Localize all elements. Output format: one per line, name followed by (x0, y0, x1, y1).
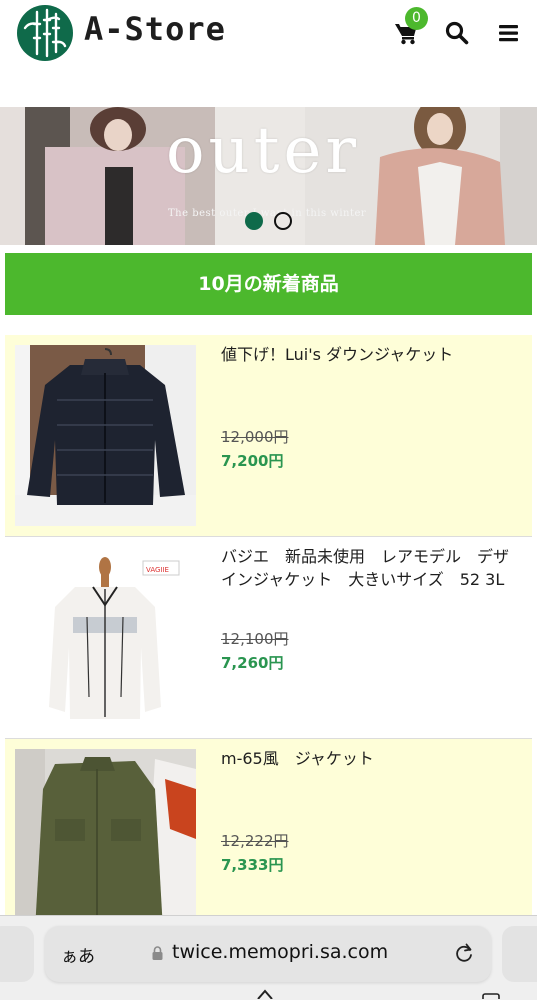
url-text[interactable]: twice.memopri.sa.com (172, 941, 388, 963)
slide-indicator-2[interactable] (274, 212, 292, 230)
site-header: A-Store 0 (0, 0, 537, 72)
sale-price: 7,333円 (221, 856, 284, 874)
section-heading: 10月の新着商品 (5, 253, 532, 315)
original-price: 12,000円 (221, 428, 289, 446)
original-price: 12,222円 (221, 832, 289, 850)
product-name[interactable]: バジエ 新品未使用 レアモデル デザインジャケット 大きいサイズ 52 3L (221, 545, 521, 591)
product-item[interactable]: VAGIIE バジエ 新品未使用 レアモデル デザインジャケット 大きいサイズ … (5, 537, 532, 739)
bottom-edge-icons (257, 989, 500, 999)
banner-title: outer (166, 114, 360, 188)
cart-count-badge: 0 (405, 7, 428, 30)
reload-icon[interactable] (453, 942, 475, 964)
svg-text:VAGIIE: VAGIIE (146, 566, 169, 574)
bamboo-logo-icon[interactable] (15, 4, 75, 62)
product-image (15, 345, 196, 526)
menu-icon[interactable] (496, 20, 522, 46)
sale-price: 7,200円 (221, 452, 284, 470)
product-item[interactable]: m-65風 ジャケット 12,222円 7,333円 (5, 739, 532, 941)
brand-name[interactable]: A-Store (84, 10, 226, 48)
product-name[interactable]: 値下げ！Lui's ダウンジャケット (221, 343, 521, 366)
next-tab[interactable] (502, 926, 537, 982)
product-image: VAGIIE (15, 547, 196, 728)
address-bar[interactable]: ぁあ twice.memopri.sa.com (45, 926, 491, 982)
original-price: 12,100円 (221, 630, 289, 648)
banner-subtitle: The best outer I want in this winter (168, 208, 367, 219)
lock-icon (152, 946, 163, 960)
sale-price: 7,260円 (221, 654, 284, 672)
slide-indicator-1[interactable] (245, 212, 263, 230)
product-item[interactable]: 値下げ！Lui's ダウンジャケット 12,000円 7,200円 (5, 335, 532, 537)
product-image (15, 749, 196, 930)
product-name[interactable]: m-65風 ジャケット (221, 747, 521, 770)
previous-tab[interactable] (0, 926, 34, 982)
search-icon[interactable] (444, 20, 470, 46)
text-size-button[interactable]: ぁあ (61, 942, 95, 967)
